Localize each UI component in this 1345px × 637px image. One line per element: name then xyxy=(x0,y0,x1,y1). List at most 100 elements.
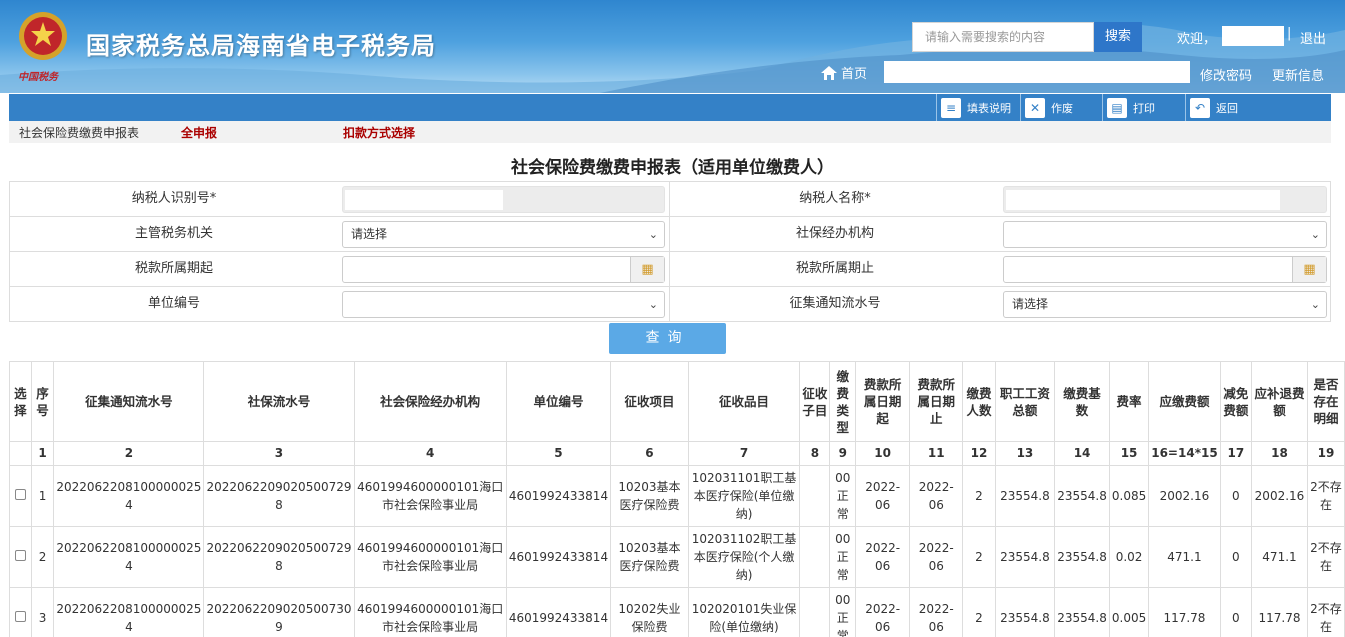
form-row-authority: 主管税务机关 请选择 ⌄ 社保经办机构 ⌄ xyxy=(9,217,1331,252)
action-toolbar: ≡ 填表说明 ✕ 作废 ▤ 打印 ↶ 返回 xyxy=(9,94,1331,121)
calendar-icon[interactable]: ▦ xyxy=(630,257,664,282)
cell-due: 471.1 xyxy=(1148,526,1221,588)
cell-wage: 23554.8 xyxy=(994,587,1056,637)
notice-no-value: 请选择 xyxy=(1012,297,1049,311)
cell-unit: 4601992433814 xyxy=(505,587,612,637)
site-title: 国家税务总局海南省电子税务局 xyxy=(86,32,436,60)
row-checkbox[interactable] xyxy=(14,611,26,622)
col-header: 缴费基数 xyxy=(1054,361,1110,442)
print-button[interactable]: ▤ 打印 xyxy=(1102,94,1155,121)
form-title: 社会保险费缴费申报表（适用单位缴费人） xyxy=(511,158,834,178)
cell-subitem: 102031101职工基本医疗保险(单位缴纳) xyxy=(687,465,801,527)
cell-agency: 4601994600000101海口市社会保险事业局 xyxy=(353,526,507,588)
col-number: 18 xyxy=(1251,441,1308,466)
col-number: 10 xyxy=(855,441,911,466)
table-number-row: 1 2 3 4 5 6 7 8 9 10 11 12 13 14 15 16=1… xyxy=(9,441,1345,466)
separator: | xyxy=(1287,26,1292,41)
cell-type: 00正常 xyxy=(829,526,857,588)
col-header: 单位编号 xyxy=(505,361,612,442)
cell-sub xyxy=(799,465,831,527)
logout-link[interactable]: 退出 xyxy=(1300,28,1326,47)
instructions-button[interactable]: ≡ 填表说明 xyxy=(936,94,1011,121)
col-header: 是否存在明细 xyxy=(1306,361,1345,442)
col-number: 3 xyxy=(203,441,355,466)
row-select-cell[interactable] xyxy=(9,587,32,637)
search-input[interactable]: 请输入需要搜索的内容 xyxy=(912,22,1094,52)
col-number: 8 xyxy=(799,441,831,466)
void-button[interactable]: ✕ 作废 xyxy=(1020,94,1073,121)
home-link[interactable]: 首页 xyxy=(821,63,867,82)
col-number: 19 xyxy=(1306,441,1345,466)
cell-rate: 0.085 xyxy=(1108,465,1150,527)
full-declare-link[interactable]: 全申报 xyxy=(181,124,217,141)
print-label: 打印 xyxy=(1133,101,1155,115)
col-header: 社保流水号 xyxy=(203,361,355,442)
cell-sub xyxy=(799,526,831,588)
col-number: 15 xyxy=(1108,441,1150,466)
col-header: 缴费人数 xyxy=(962,361,996,442)
search-button[interactable]: 搜索 xyxy=(1094,22,1142,52)
col-number xyxy=(9,441,32,466)
chevron-down-icon: ⌄ xyxy=(648,298,658,311)
cell-social: 2022062209020500729 8 xyxy=(203,526,355,588)
query-button[interactable]: 查询 xyxy=(609,323,726,354)
cell-due: 2002.16 xyxy=(1148,465,1221,527)
cell-agency: 4601994600000101海口市社会保险事业局 xyxy=(353,465,507,527)
tax-authority-select[interactable]: 请选择 ⌄ xyxy=(342,221,665,248)
col-number: 7 xyxy=(687,441,801,466)
cell-notice: 2022062208100000025 4 xyxy=(53,465,205,527)
form-name-label: 社会保险费缴费申报表 xyxy=(19,126,140,140)
row-checkbox[interactable] xyxy=(14,550,26,561)
calendar-icon[interactable]: ▦ xyxy=(1292,257,1326,282)
period-end-input[interactable]: ▦ xyxy=(1003,256,1327,283)
cell-unit: 4601992433814 xyxy=(505,465,612,527)
cell-item: 10203基本医疗保险费 xyxy=(610,465,689,527)
period-end-label: 税款所属期止 xyxy=(795,261,874,276)
col-number: 12 xyxy=(962,441,996,466)
back-button[interactable]: ↶ 返回 xyxy=(1185,94,1238,121)
col-header: 应补退费额 xyxy=(1251,361,1308,442)
col-number: 13 xyxy=(994,441,1056,466)
cell-social: 2022062209020500729 8 xyxy=(203,465,355,527)
taxpayer-id-field xyxy=(342,186,665,213)
col-number: 16=14*15 xyxy=(1148,441,1221,466)
breadcrumb-box xyxy=(884,61,1190,83)
unit-no-label: 单位编号 xyxy=(147,296,200,311)
cell-refund: 117.78 xyxy=(1251,587,1308,637)
cell-start: 2022-06 xyxy=(855,587,911,637)
cell-unit: 4601992433814 xyxy=(505,526,612,588)
printer-icon: ▤ xyxy=(1107,97,1127,118)
cell-type: 00正常 xyxy=(829,465,857,527)
form-divider xyxy=(669,181,670,321)
col-header: 缴费类型 xyxy=(829,361,857,442)
row-select-cell[interactable] xyxy=(9,526,32,588)
cell-item: 10203基本医疗保险费 xyxy=(610,526,689,588)
row-select-cell[interactable] xyxy=(9,465,32,527)
chevron-down-icon: ⌄ xyxy=(648,228,658,241)
deduction-method-link[interactable]: 扣款方式选择 xyxy=(343,124,415,141)
col-number: 2 xyxy=(53,441,205,466)
form-border xyxy=(1330,181,1331,321)
row-checkbox[interactable] xyxy=(14,489,26,500)
cell-sub xyxy=(799,587,831,637)
notice-no-select[interactable]: 请选择 ⌄ xyxy=(1003,291,1327,318)
cell-base: 23554.8 xyxy=(1054,526,1110,588)
cell-notice: 2022062208100000025 4 xyxy=(53,526,205,588)
cell-count: 2 xyxy=(962,526,996,588)
cell-subitem: 102031102职工基本医疗保险(个人缴纳) xyxy=(687,526,801,588)
cell-type: 00正常 xyxy=(829,587,857,637)
cell-start: 2022-06 xyxy=(855,526,911,588)
col-number: 14 xyxy=(1054,441,1110,466)
unit-no-select[interactable]: ⌄ xyxy=(342,291,665,318)
cell-seq: 1 xyxy=(30,465,55,527)
welcome-text: 欢迎， xyxy=(1177,32,1217,47)
social-agency-select[interactable]: ⌄ xyxy=(1003,221,1327,248)
col-header: 征收品目 xyxy=(687,361,801,442)
social-agency-label: 社保经办机构 xyxy=(795,226,874,241)
logo-subtitle: 中国税务 xyxy=(18,72,58,83)
period-start-input[interactable]: ▦ xyxy=(342,256,665,283)
change-password-link[interactable]: 修改密码 xyxy=(1200,65,1252,84)
cell-count: 2 xyxy=(962,465,996,527)
update-info-link[interactable]: 更新信息 xyxy=(1272,65,1324,84)
cell-item: 10202失业保险费 xyxy=(610,587,689,637)
